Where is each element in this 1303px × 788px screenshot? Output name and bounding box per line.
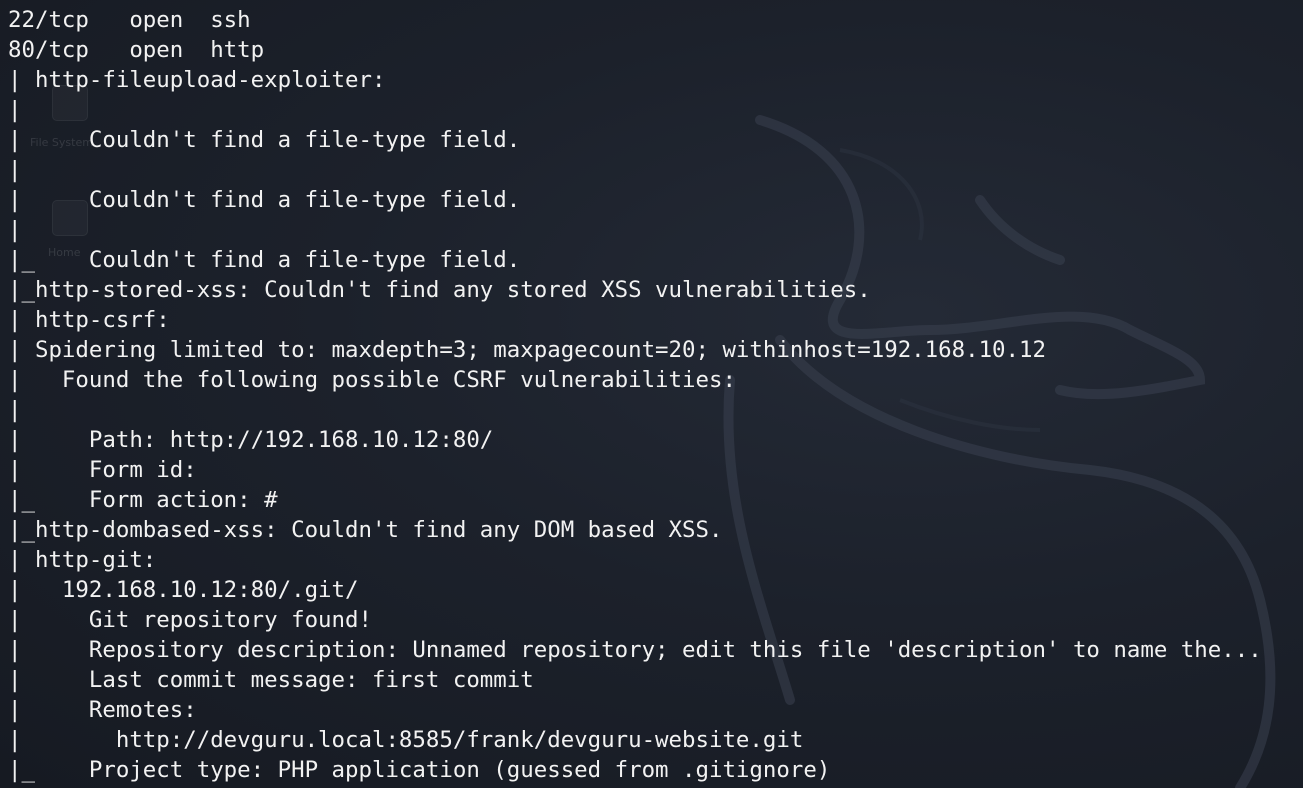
terminal-line: | Git repository found! — [8, 607, 372, 633]
terminal-line: | Repository description: Unnamed reposi… — [8, 637, 1262, 663]
terminal-line: | Couldn't find a file-type field. — [8, 187, 521, 213]
terminal-line: | Path: http://192.168.10.12:80/ — [8, 427, 494, 453]
terminal-line: |_ Project type: PHP application (guesse… — [8, 757, 831, 783]
terminal-line: 22/tcp open ssh — [8, 7, 251, 33]
terminal-line: | Remotes: — [8, 697, 197, 723]
terminal-line: | Form id: — [8, 457, 197, 483]
terminal-line: | http://devguru.local:8585/frank/devgur… — [8, 727, 804, 753]
terminal-line: | http-git: — [8, 547, 157, 573]
terminal-line: | Spidering limited to: maxdepth=3; maxp… — [8, 337, 1046, 363]
terminal-line: | — [8, 97, 22, 123]
terminal-line: |_http-stored-xss: Couldn't find any sto… — [8, 277, 871, 303]
terminal-line: | Couldn't find a file-type field. — [8, 127, 521, 153]
terminal-output[interactable]: 22/tcp open ssh 80/tcp open http | http-… — [8, 5, 1303, 788]
terminal-line: | — [8, 157, 22, 183]
terminal-line: | http-fileupload-exploiter: — [8, 67, 386, 93]
terminal-line: | http-csrf: — [8, 307, 170, 333]
terminal-line: 80/tcp open http — [8, 37, 265, 63]
terminal-line: | 192.168.10.12:80/.git/ — [8, 577, 359, 603]
terminal-line: | Found the following possible CSRF vuln… — [8, 367, 736, 393]
terminal-line: |_http-dombased-xss: Couldn't find any D… — [8, 517, 723, 543]
terminal-line: | Last commit message: first commit — [8, 667, 534, 693]
terminal-line: | — [8, 397, 22, 423]
terminal-line: |_ Couldn't find a file-type field. — [8, 247, 521, 273]
terminal-line: | — [8, 217, 22, 243]
terminal-line: |_ Form action: # — [8, 487, 278, 513]
